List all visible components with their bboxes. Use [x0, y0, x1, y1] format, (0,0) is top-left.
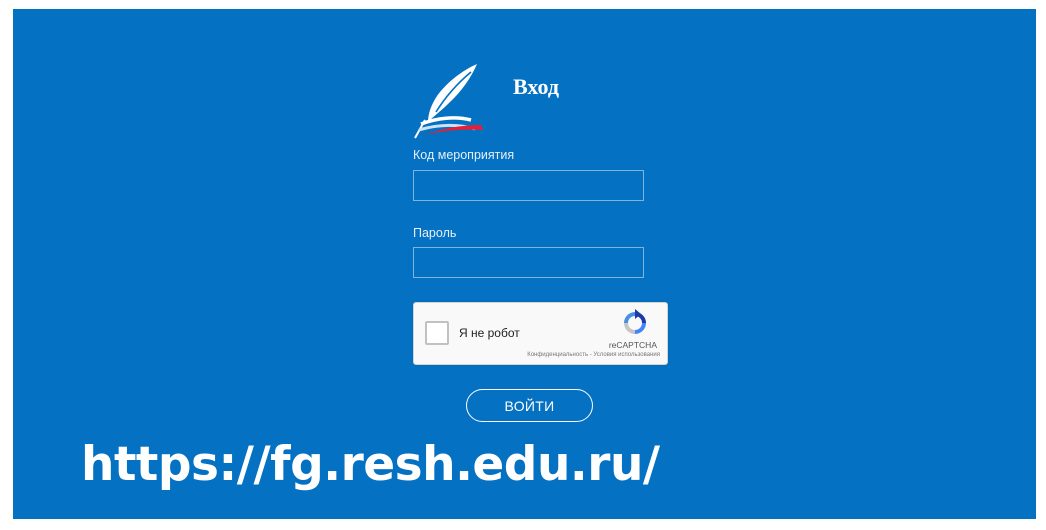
event-code-label: Код мероприятия — [413, 148, 515, 162]
recaptcha-brand: reCAPTCHA — [608, 340, 657, 350]
password-input[interactable] — [413, 247, 644, 278]
recaptcha-widget: Я не робот reCAPTCHA Конфиденциальность … — [413, 302, 668, 365]
captcha-checkbox-label: Я не робот — [459, 326, 520, 340]
password-label: Пароль — [413, 226, 457, 240]
event-code-input[interactable] — [413, 170, 644, 201]
recaptcha-terms-links[interactable]: Конфиденциальность - Условия использован… — [527, 352, 660, 358]
page-title: Вход — [513, 74, 560, 99]
feather-book-logo-icon — [414, 64, 483, 139]
url-caption: https://fg.resh.edu.ru/ — [81, 437, 660, 492]
recaptcha-logo-icon — [624, 309, 646, 334]
captcha-checkbox[interactable] — [425, 321, 449, 345]
login-page: Вход Код мероприятия Пароль Я не робот r… — [13, 9, 1036, 519]
login-button[interactable]: ВОЙТИ — [466, 389, 593, 422]
